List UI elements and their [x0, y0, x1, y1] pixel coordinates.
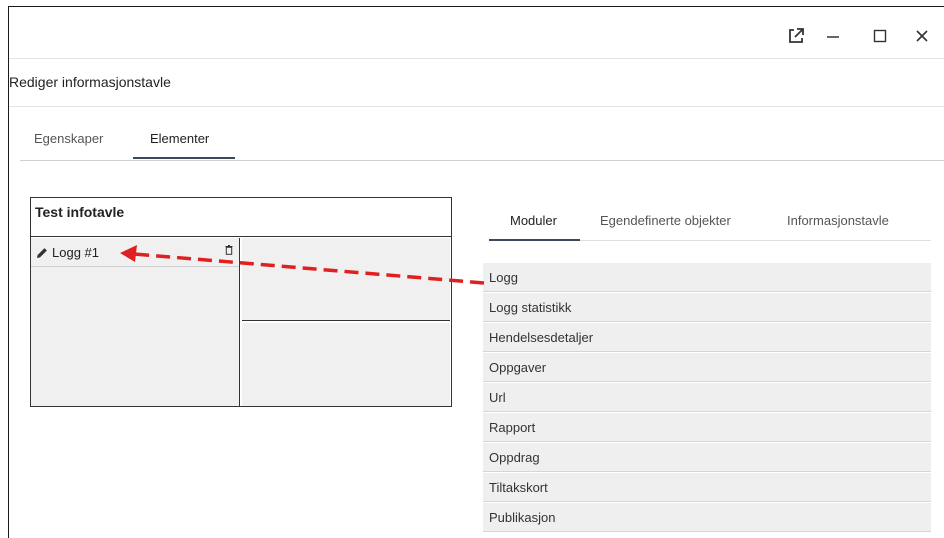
module-item-oppdrag[interactable]: Oppdrag: [483, 443, 931, 472]
module-item-publikasjon[interactable]: Publikasjon: [483, 503, 931, 532]
title-divider: [9, 106, 944, 107]
board-title-divider: [31, 236, 451, 237]
module-item-oppgaver[interactable]: Oppgaver: [483, 353, 931, 382]
cell-label: Logg #1: [52, 244, 99, 260]
close-icon[interactable]: [912, 26, 932, 46]
pencil-icon[interactable]: [36, 246, 48, 258]
panel-active-tab-indicator: [489, 239, 580, 241]
tab-moduler[interactable]: Moduler: [510, 213, 557, 228]
board-cell-bottom-right[interactable]: [242, 323, 450, 406]
popout-icon[interactable]: [786, 26, 806, 46]
module-item-tiltakskort[interactable]: Tiltakskort: [483, 473, 931, 502]
tabs-divider: [20, 160, 944, 161]
header-divider: [9, 58, 944, 59]
board-cell-top-right[interactable]: [242, 238, 450, 321]
active-tab-indicator: [133, 157, 235, 159]
tab-informasjonstavle[interactable]: Informasjonstavle: [787, 213, 889, 228]
board-cell-left[interactable]: Logg #1: [31, 238, 240, 406]
module-item-logg[interactable]: Logg: [483, 263, 931, 292]
module-item-logg-statistikk[interactable]: Logg statistikk: [483, 293, 931, 322]
maximize-icon[interactable]: [870, 26, 890, 46]
minimize-icon[interactable]: [823, 26, 843, 46]
trash-icon[interactable]: [225, 242, 233, 255]
cell-header: Logg #1: [31, 238, 239, 267]
tab-egendefinerte-objekter[interactable]: Egendefinerte objekter: [600, 213, 731, 228]
module-item-hendelsesdetaljer[interactable]: Hendelsesdetaljer: [483, 323, 931, 352]
module-list: Logg Logg statistikk Hendelsesdetaljer O…: [483, 263, 931, 533]
tab-elementer[interactable]: Elementer: [150, 131, 209, 146]
dialog-title: Rediger informasjonstavle: [9, 74, 171, 90]
module-item-url[interactable]: Url: [483, 383, 931, 412]
tab-egenskaper[interactable]: Egenskaper: [34, 131, 103, 146]
module-item-rapport[interactable]: Rapport: [483, 413, 931, 442]
board-title: Test infotavle: [35, 204, 125, 220]
infoboard-layout: Test infotavle Logg #1: [30, 197, 452, 407]
